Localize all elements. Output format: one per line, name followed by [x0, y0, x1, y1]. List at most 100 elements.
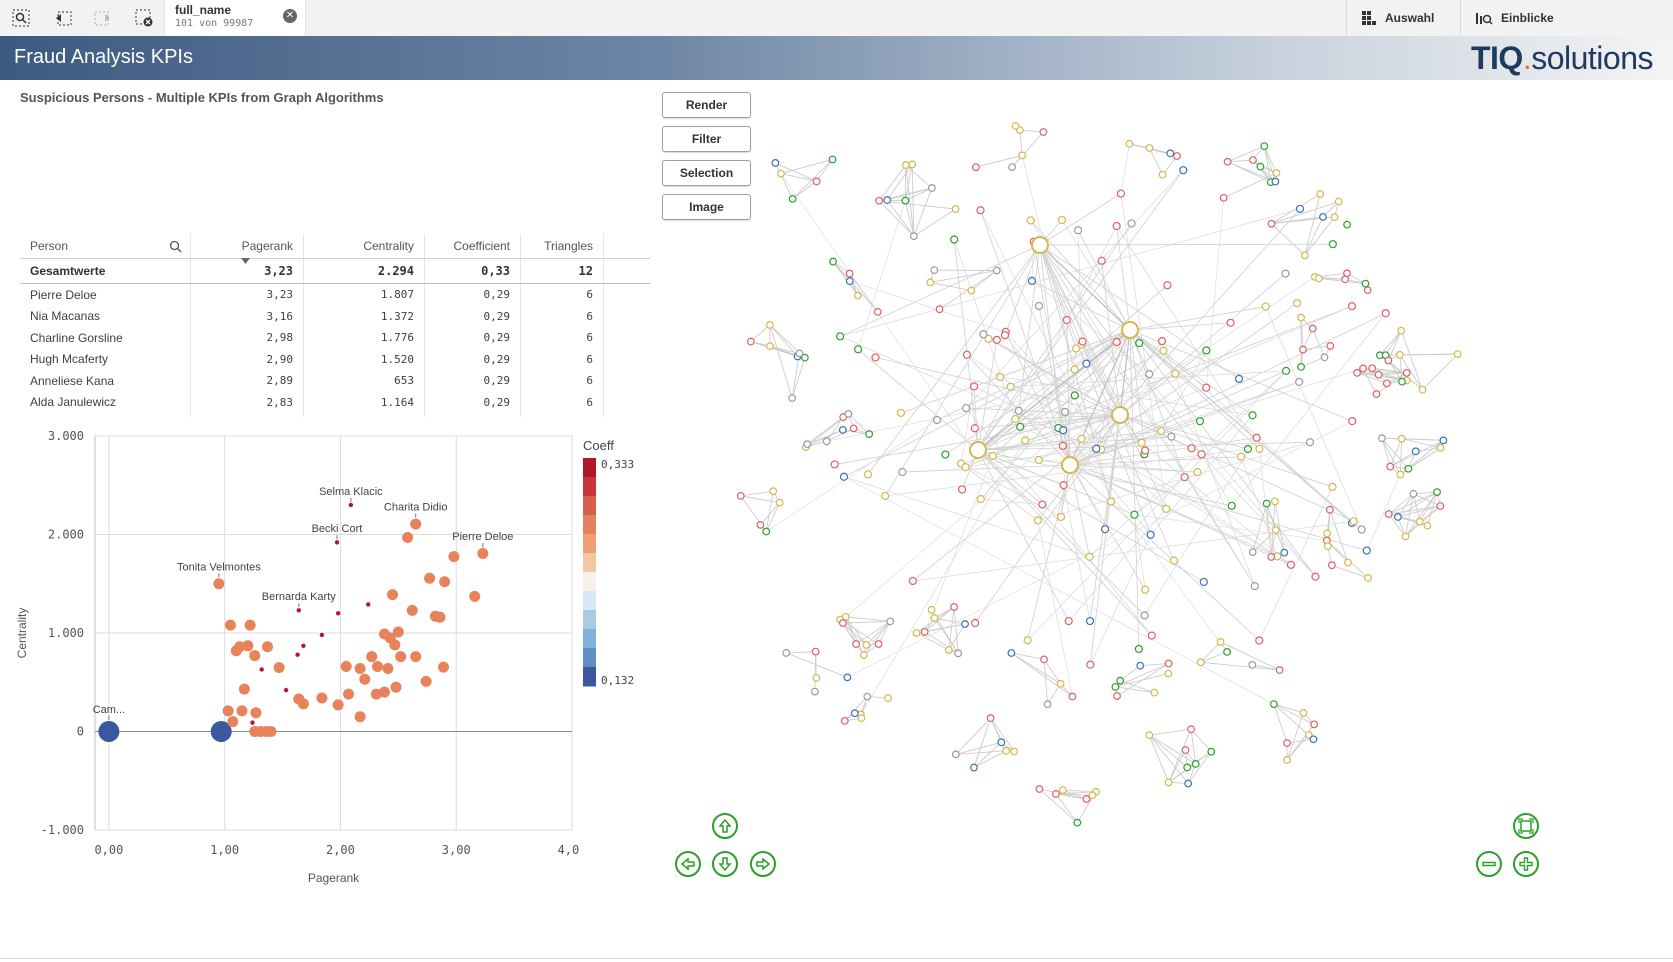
graph-node [1299, 709, 1308, 717]
legend-color-step [583, 534, 596, 554]
graph-edge [930, 281, 972, 292]
company-logo: TIQ.solutions [1470, 40, 1654, 76]
kpi-table-container[interactable]: Person Pagerank Centrality Coefficient T… [10, 117, 650, 417]
graph-node [1323, 529, 1332, 538]
graph-node [1010, 747, 1019, 756]
graph-node [901, 196, 910, 205]
graph-edge [832, 261, 879, 313]
data-point [316, 692, 328, 704]
column-header-coefficient[interactable]: Coefficient [424, 234, 521, 259]
data-point [236, 705, 248, 717]
column-header-centrality[interactable]: Centrality [303, 234, 425, 259]
graph-edge [1227, 145, 1265, 163]
graph-node [1100, 525, 1110, 534]
graph-node [1023, 636, 1032, 645]
graph-node [1157, 337, 1167, 346]
table-row[interactable]: Charline Gorsline 2,98 1.776 0,29 6 [20, 327, 650, 349]
graph-node [1377, 434, 1386, 443]
graph-node [957, 485, 967, 494]
graph-node [1180, 473, 1189, 482]
graph-node [829, 257, 837, 266]
graph-edge [1039, 243, 1333, 246]
graph-node [992, 335, 1001, 344]
graph-node [1085, 616, 1095, 626]
column-header-triangles[interactable]: Triangles [520, 234, 604, 259]
graph-node [1141, 585, 1150, 594]
graph-node [1436, 443, 1445, 452]
graph-edge [930, 270, 997, 283]
step-back-icon[interactable] [50, 6, 76, 30]
point-label: Becki Cort [312, 523, 363, 535]
graph-node [875, 196, 883, 205]
graph-node [782, 649, 791, 657]
selections-button[interactable]: Auswahl [1346, 0, 1475, 35]
point-label: Selma Klacic [319, 486, 383, 498]
graph-node [961, 620, 969, 628]
network-graph[interactable] [720, 110, 1620, 870]
graph-node [1328, 482, 1337, 492]
person-cell: Hugh Mcaferty [20, 348, 191, 370]
table-row[interactable]: Nia Macanas 3,16 1.372 0,29 6 [20, 305, 650, 327]
graph-edge [1037, 414, 1121, 521]
graph-node [1334, 197, 1343, 206]
data-point [390, 681, 402, 693]
data-point [340, 660, 352, 672]
table-row[interactable]: Hugh Mcaferty 2,90 1.520 0,29 6 [20, 348, 650, 370]
graph-node [1393, 513, 1402, 521]
data-point [227, 716, 239, 728]
data-point [354, 662, 366, 674]
coefficient-cell: 0,29 [424, 348, 521, 370]
graph-node [1381, 309, 1390, 318]
data-point [259, 667, 264, 672]
graph-node [812, 674, 821, 682]
graph-node [1305, 438, 1315, 447]
graph-node [1088, 791, 1097, 800]
grid-icon [1362, 10, 1376, 25]
coefficient-cell: 0,29 [424, 327, 521, 349]
scatter-chart[interactable]: 0,00 1,00 2,00 3,00 4,00 3.000 2.000 1.000 0 -1.0… [0, 430, 580, 900]
table-row[interactable]: Anneliese Kana 2,89 653 0,29 6 [20, 370, 650, 392]
graph-node [1272, 169, 1281, 177]
data-point [366, 602, 371, 607]
clear-selections-icon[interactable] [131, 6, 157, 30]
data-point [250, 707, 262, 719]
clear-selection-icon[interactable]: ✕ [283, 9, 297, 23]
graph-node [1135, 338, 1144, 348]
fit-view-icon[interactable] [1513, 813, 1539, 839]
selection-chip[interactable]: full_name 101 von 99987 ✕ [165, 0, 305, 36]
legend-color-step [583, 610, 596, 630]
centrality-cell: 1.807 [303, 283, 425, 306]
graph-node [746, 337, 755, 346]
graph-node [1051, 790, 1060, 798]
table-title: Suspicious Persons - Multiple KPIs from … [20, 90, 384, 105]
point-label: Bernarda Karty [262, 591, 336, 603]
graph-node [1068, 692, 1077, 701]
table-row[interactable]: Reinaldo Langlais2,827770,296 [20, 413, 650, 417]
step-forward-icon[interactable] [90, 6, 116, 30]
graph-node [1362, 546, 1371, 555]
y-tick-label: 2.000 [48, 528, 84, 542]
data-point [359, 673, 371, 685]
data-point [319, 632, 325, 638]
arrow-right-icon[interactable] [750, 851, 776, 877]
table-row[interactable]: Pierre Deloe 3,23 1.807 0,29 6 [20, 283, 650, 306]
zoom-out-icon[interactable] [1476, 851, 1502, 877]
graph-node [1344, 558, 1352, 567]
zoom-in-icon[interactable] [1513, 851, 1539, 877]
column-header-pagerank[interactable]: Pagerank [190, 234, 304, 259]
insights-button[interactable]: Einblicke [1460, 0, 1673, 35]
column-header-person[interactable]: Person [20, 234, 191, 259]
smart-search-icon[interactable] [8, 6, 34, 30]
graph-node [1136, 661, 1145, 670]
table-row[interactable]: Alda Janulewicz 2,83 1.164 0,29 6 [20, 391, 650, 413]
graph-node [1326, 342, 1335, 350]
data-point [371, 660, 383, 672]
arrow-down-icon[interactable] [712, 851, 738, 877]
graph-node [1011, 122, 1020, 130]
search-icon[interactable] [169, 240, 182, 253]
graph-edge [1039, 244, 1131, 331]
data-point [392, 626, 404, 638]
graph-node [1282, 366, 1291, 376]
arrow-left-icon[interactable] [675, 851, 701, 877]
arrow-up-icon[interactable] [712, 813, 738, 839]
